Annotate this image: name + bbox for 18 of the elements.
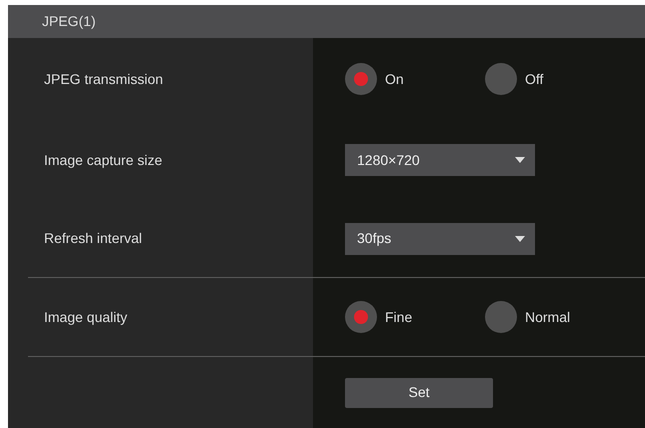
- caret-icon: [515, 157, 525, 163]
- caret-icon: [515, 236, 525, 242]
- radio-label[interactable]: Off: [525, 68, 544, 90]
- radio-button[interactable]: [485, 63, 517, 95]
- dropdown-select[interactable]: 1280×720: [345, 144, 535, 176]
- field-label: Refresh interval: [44, 230, 142, 246]
- field-label: JPEG transmission: [44, 70, 164, 86]
- field-label: Image quality: [44, 308, 128, 324]
- dropdown-select[interactable]: 30fps: [345, 222, 535, 254]
- radio-label[interactable]: Fine: [385, 306, 412, 328]
- set-button[interactable]: Set: [345, 378, 493, 408]
- radio-button[interactable]: [345, 301, 377, 333]
- radio-button[interactable]: [345, 63, 377, 95]
- radio-label[interactable]: On: [385, 68, 404, 90]
- field-label: Image capture size: [44, 152, 162, 168]
- radio-label[interactable]: Normal: [525, 306, 570, 328]
- panel-title: JPEG(1): [8, 5, 645, 38]
- radio-button[interactable]: [485, 301, 517, 333]
